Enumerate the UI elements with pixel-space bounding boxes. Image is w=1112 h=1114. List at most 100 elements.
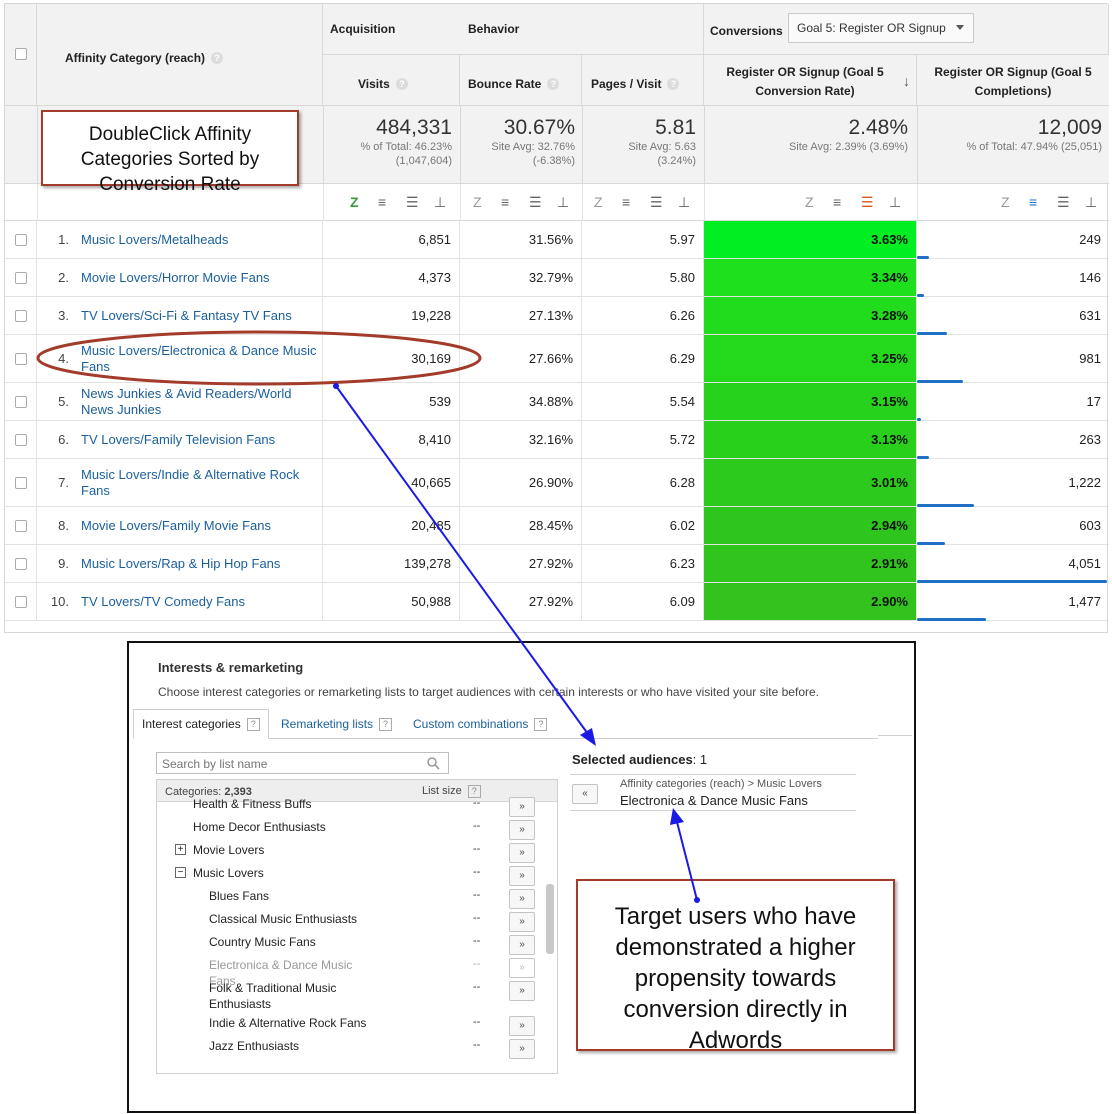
category-link[interactable]: Movie Lovers/Horror Movie Fans xyxy=(75,259,323,296)
pivot-icon[interactable]: ⊥ xyxy=(557,194,569,211)
search-field[interactable] xyxy=(156,752,449,775)
expand-icon[interactable]: + xyxy=(175,844,186,855)
add-audience-button[interactable]: » xyxy=(509,820,535,840)
completions-cell: 1,222 xyxy=(1068,475,1101,490)
category-list: Categories: 2,393 List size? Health & Fi… xyxy=(156,779,558,1074)
pivot-icon[interactable]: ⊥ xyxy=(678,194,690,211)
dimension-header-cell[interactable]: Affinity Category (reach)? xyxy=(37,4,323,106)
add-audience-button[interactable]: » xyxy=(509,935,535,955)
pivot-icon[interactable]: ⊥ xyxy=(434,194,446,211)
row-checkbox[interactable] xyxy=(15,558,27,570)
add-audience-button[interactable]: » xyxy=(509,912,535,932)
row-checkbox[interactable] xyxy=(15,272,27,284)
help-icon[interactable]: ? xyxy=(211,51,224,64)
add-audience-button[interactable]: » xyxy=(509,981,535,1001)
category-link[interactable]: Movie Lovers/Family Movie Fans xyxy=(75,507,323,544)
category-link[interactable]: TV Lovers/TV Comedy Fans xyxy=(75,583,323,620)
table-view-icon[interactable]: ☰ xyxy=(650,194,663,211)
help-icon[interactable]: ? xyxy=(534,717,548,731)
add-audience-button: » xyxy=(509,958,535,978)
visits-viz-tools: Z ≡ ☰ ⊥ xyxy=(350,194,450,210)
add-audience-button[interactable]: » xyxy=(509,797,535,817)
help-icon[interactable]: ? xyxy=(246,717,260,731)
heatmap-icon[interactable]: ☰ xyxy=(861,194,874,211)
remove-audience-button[interactable]: « xyxy=(572,784,598,804)
row-index: 10. xyxy=(50,594,69,609)
search-icon[interactable] xyxy=(427,757,440,770)
add-audience-button[interactable]: » xyxy=(509,1016,535,1036)
row-index: 1. xyxy=(58,232,69,247)
selected-audience-path: Affinity categories (reach) > Music Love… xyxy=(620,778,822,790)
column-header-completions[interactable]: Register OR Signup (Goal 5 Completions) xyxy=(917,55,1109,106)
row-checkbox-cell xyxy=(5,221,37,258)
row-checkbox[interactable] xyxy=(15,596,27,608)
help-icon[interactable]: ? xyxy=(667,77,680,90)
bar-comparison-icon[interactable]: ≡ xyxy=(378,194,386,210)
category-link[interactable]: News Junkies & Avid Readers/World News J… xyxy=(75,383,323,420)
column-header-visits[interactable]: Visits? xyxy=(323,55,460,106)
sort-descending-icon[interactable]: ↓ xyxy=(903,73,910,89)
visits-cell: 40,665 xyxy=(323,459,460,506)
column-header-conversion-rate[interactable]: Register OR Signup (Goal 5 Conversion Ra… xyxy=(704,55,917,106)
table-view-icon[interactable]: ☰ xyxy=(406,194,419,211)
bounce-viz-tools: Z ≡ ☰ ⊥ xyxy=(473,194,573,210)
bar-comparison-icon[interactable]: ≡ xyxy=(833,194,841,210)
help-icon[interactable]: ? xyxy=(547,77,560,90)
visits-header-label: Visits xyxy=(358,77,390,91)
list-scrollbar[interactable] xyxy=(546,884,554,954)
help-icon[interactable]: ? xyxy=(395,77,408,90)
tab-label: Interest categories xyxy=(142,717,241,731)
tab-custom-combinations[interactable]: Custom combinations? xyxy=(405,709,555,739)
add-audience-button[interactable]: » xyxy=(509,866,535,886)
column-header-pages-visit[interactable]: Pages / Visit? xyxy=(582,55,704,106)
conversions-group: Conversions Goal 5: Register OR Signup xyxy=(704,4,1109,55)
row-checkbox[interactable] xyxy=(15,520,27,532)
table-view-icon[interactable]: ☰ xyxy=(1057,194,1070,211)
sparkline-icon[interactable]: Z xyxy=(350,194,359,210)
category-link[interactable]: Music Lovers/Metalheads xyxy=(75,221,323,258)
help-icon[interactable]: ? xyxy=(379,717,393,731)
row-checkbox[interactable] xyxy=(15,434,27,446)
bar-comparison-icon[interactable]: ≡ xyxy=(1029,194,1037,210)
category-item-label: Jazz Enthusiasts xyxy=(209,1039,300,1053)
tab-interest-categories[interactable]: Interest categories? xyxy=(133,709,269,739)
completions-header-label: Register OR Signup (Goal 5 Completions) xyxy=(934,65,1092,98)
row-checkbox[interactable] xyxy=(15,234,27,246)
add-audience-button[interactable]: » xyxy=(509,843,535,863)
bounce-rate-cell: 27.92% xyxy=(460,545,582,582)
bar-comparison-icon[interactable]: ≡ xyxy=(622,194,630,210)
add-audience-button[interactable]: » xyxy=(509,889,535,909)
category-link[interactable]: TV Lovers/Sci-Fi & Fantasy TV Fans xyxy=(75,297,323,334)
category-link[interactable]: TV Lovers/Family Television Fans xyxy=(75,421,323,458)
table-body: 1. Music Lovers/Metalheads 6,851 31.56% 5.97… xyxy=(5,221,1109,634)
sparkline-icon[interactable]: Z xyxy=(1001,194,1010,210)
pivot-icon[interactable]: ⊥ xyxy=(889,194,901,211)
completions-cell: 249 xyxy=(1079,232,1101,247)
collapse-icon[interactable]: − xyxy=(175,867,186,878)
table-view-icon[interactable]: ☰ xyxy=(529,194,542,211)
column-header-bounce-rate[interactable]: Bounce Rate? xyxy=(460,55,582,106)
table-row: 1. Music Lovers/Metalheads 6,851 31.56% 5.97… xyxy=(5,221,1109,259)
pivot-icon[interactable]: ⊥ xyxy=(1085,194,1097,211)
row-index: 4. xyxy=(58,351,69,366)
goal-select[interactable]: Goal 5: Register OR Signup xyxy=(788,13,974,43)
sparkline-icon[interactable]: Z xyxy=(594,194,603,210)
row-checkbox-cell xyxy=(5,459,37,506)
category-link[interactable]: Music Lovers/Indie & Alternative Rock Fa… xyxy=(75,459,323,506)
row-checkbox[interactable] xyxy=(15,353,27,365)
visits-cell: 50,988 xyxy=(323,583,460,620)
search-input[interactable] xyxy=(157,753,424,775)
row-checkbox[interactable] xyxy=(15,477,27,489)
selected-audiences-label: Selected audiences xyxy=(572,752,693,767)
tab-remarketing-lists[interactable]: Remarketing lists? xyxy=(273,709,400,739)
add-audience-button[interactable]: » xyxy=(509,1039,535,1059)
select-all-checkbox[interactable] xyxy=(15,48,27,60)
row-checkbox[interactable] xyxy=(15,310,27,322)
category-link[interactable]: Music Lovers/Rap & Hip Hop Fans xyxy=(75,545,323,582)
completions-bar xyxy=(917,618,986,621)
bar-comparison-icon[interactable]: ≡ xyxy=(501,194,509,210)
row-checkbox[interactable] xyxy=(15,396,27,408)
sparkline-icon[interactable]: Z xyxy=(805,194,814,210)
sparkline-icon[interactable]: Z xyxy=(473,194,482,210)
category-link[interactable]: Music Lovers/Electronica & Dance Music F… xyxy=(75,335,323,382)
